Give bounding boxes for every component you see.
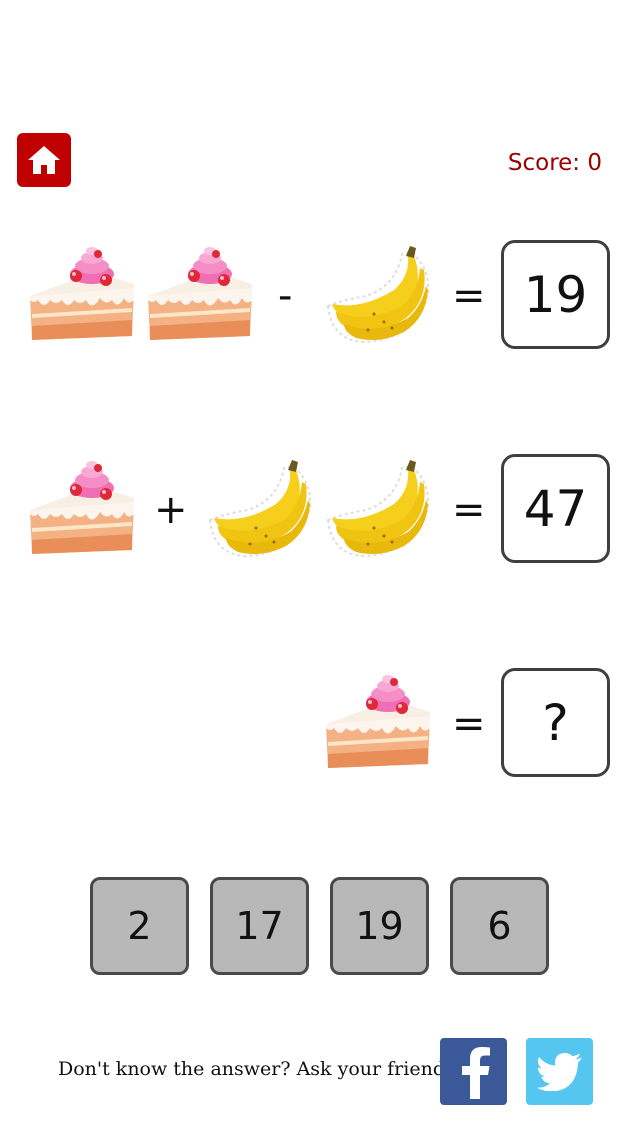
twitter-icon — [536, 1052, 582, 1091]
banana-icon — [322, 456, 434, 568]
answer-choices: 2 17 19 6 — [90, 877, 550, 975]
score-label: Score: 0 — [507, 150, 602, 176]
banana-icon — [322, 242, 434, 354]
equals-sign: = — [452, 273, 486, 319]
answer-box: ? — [501, 668, 610, 777]
result-box: 47 — [501, 454, 610, 563]
equals-sign: = — [452, 487, 486, 533]
equation-row-2: + = 47 — [0, 454, 640, 574]
banana-icon — [204, 456, 316, 568]
twitter-share-button[interactable] — [526, 1038, 593, 1105]
choice-button[interactable]: 19 — [330, 877, 429, 975]
operator: - — [278, 273, 293, 319]
ask-friends-text: Don't know the answer? Ask your friends — [58, 1058, 455, 1080]
operator: + — [154, 487, 188, 533]
facebook-icon — [461, 1046, 490, 1099]
equals-sign: = — [452, 701, 486, 747]
choice-button[interactable]: 6 — [450, 877, 549, 975]
choice-button[interactable]: 17 — [210, 877, 309, 975]
home-button[interactable] — [17, 133, 71, 187]
result-box: 19 — [501, 240, 610, 349]
cake-icon — [322, 668, 434, 780]
equation-row-1: - = 19 — [0, 240, 640, 360]
cake-icon — [26, 454, 138, 566]
choice-button[interactable]: 2 — [90, 877, 189, 975]
equation-row-3: = ? — [0, 668, 640, 788]
house-icon — [28, 146, 60, 174]
cake-icon — [26, 240, 138, 352]
facebook-share-button[interactable] — [440, 1038, 507, 1105]
cake-icon — [144, 240, 256, 352]
